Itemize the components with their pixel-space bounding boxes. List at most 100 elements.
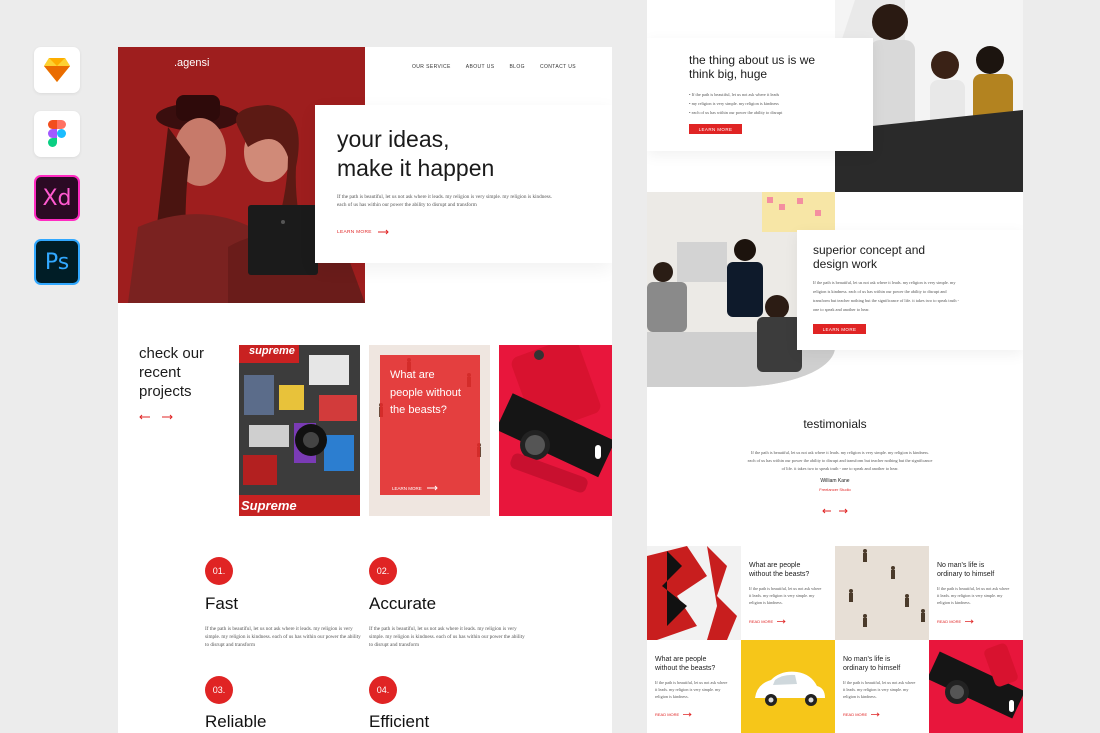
arrow-right-icon — [871, 712, 880, 717]
grid-image-paint[interactable] — [647, 546, 741, 640]
project-image-stickers[interactable]: supreme Supreme — [239, 345, 360, 516]
about-bullet-3: • each of us has within our power the ab… — [689, 110, 783, 115]
about-bullet-2: • my religion is very simple. my religio… — [689, 101, 779, 106]
figma-icon — [34, 111, 80, 157]
grid-card-3-title-line-2: without the beasts? — [655, 665, 716, 672]
about-title-line-2: think big, huge — [689, 67, 768, 81]
concept-title-line-1: superior concept and — [813, 243, 926, 257]
grid-card-1-body: If the path is beautiful, let us not ask… — [749, 586, 822, 605]
about-learn-more-button[interactable]: LEARN MORE — [689, 124, 742, 134]
grid-image-crowd[interactable] — [835, 546, 929, 640]
grid-card-1: What are people without the beasts? If t… — [741, 546, 835, 640]
project-card-title: What are people without the beasts? — [390, 369, 461, 416]
grid-card-2: No man's life is ordinary to himself If … — [929, 546, 1023, 640]
hero-card: your ideas, make it happen If the path i… — [315, 105, 612, 263]
concept-learn-more-button[interactable]: LEARN MORE — [813, 324, 866, 334]
testimonial-pager — [821, 508, 849, 514]
feature-3-badge: 03. — [205, 676, 233, 704]
sticker-text-top: supreme — [249, 345, 295, 357]
hero-body: If the path is beautiful, let us not ask… — [337, 194, 552, 208]
arrow-left-icon[interactable] — [138, 414, 150, 420]
people-walking — [835, 546, 929, 640]
about-card: the thing about us is we think big, huge… — [647, 38, 873, 151]
red-paint-splash — [647, 546, 741, 640]
grid-card-4-title: No man's life is ordinary to himself — [843, 655, 900, 673]
grid-card-2-read-more[interactable]: READ MORE — [937, 619, 975, 624]
projects-heading-line-3: projects — [139, 383, 192, 400]
nav-contact-us[interactable]: CONTACT US — [540, 64, 576, 70]
grid-card-4: No man's life is ordinary to himself If … — [835, 640, 929, 733]
feature-2-title: Accurate — [369, 594, 437, 613]
photoshop-icon: Ps — [34, 239, 80, 285]
hero-title: your ideas, make it happen — [337, 125, 494, 183]
grid-card-2-body: If the path is beautiful, let us not ask… — [937, 586, 1010, 605]
about-bullets: • If the path is beautiful, let us not a… — [689, 90, 782, 117]
grid-card-1-cta-label: READ MORE — [749, 619, 774, 624]
grid-card-1-read-more[interactable]: READ MORE — [749, 619, 787, 624]
feature-3-title: Reliable — [205, 712, 267, 731]
feature-2-badge: 02. — [369, 557, 397, 585]
project-image-phone[interactable] — [499, 345, 612, 516]
right-page-mockup: the thing about us is we think big, huge… — [647, 0, 1023, 733]
nav-blog[interactable]: BLOG — [509, 64, 525, 70]
hero-title-line-2: make it happen — [337, 155, 495, 181]
feature-4-badge: 04. — [369, 676, 397, 704]
feature-1-title: Fast — [205, 594, 239, 613]
projects-pager — [138, 414, 174, 420]
grid-card-1-title-line-2: without the beasts? — [749, 571, 810, 578]
arrow-right-icon[interactable] — [162, 414, 174, 420]
grid-card-4-title-line-1: No man's life is — [843, 656, 891, 663]
testimonial-quote: If the path is beautiful, let us not ask… — [747, 450, 933, 471]
xd-label: Xd — [42, 185, 72, 211]
about-bullet-3-text: each of us has within our power the abil… — [691, 110, 783, 115]
grid-card-3-cta-label: READ MORE — [655, 712, 680, 717]
nav-our-service[interactable]: OUR SERVICE — [412, 64, 451, 70]
grid-card-4-read-more[interactable]: READ MORE — [843, 712, 881, 717]
grid-card-3-title: What are people without the beasts? — [655, 655, 715, 673]
testimonial-author: William Kane — [820, 478, 850, 484]
project-card-learn-more[interactable]: LEARN MORE — [392, 485, 439, 491]
red-phone-flatlay — [499, 345, 612, 516]
about-bullet-1: • If the path is beautiful, let us not a… — [689, 92, 780, 97]
feature-4-title: Efficient — [369, 712, 430, 731]
sticker-text-bottom: Supreme — [241, 498, 297, 513]
feature-1-badge: 01. — [205, 557, 233, 585]
project-card-cta-label: LEARN MORE — [392, 485, 422, 491]
hero-learn-more-label: LEARN MORE — [337, 229, 372, 235]
arrow-left-icon[interactable] — [821, 508, 831, 514]
concept-body: If the path is beautiful, let us not ask… — [813, 280, 960, 312]
sketch-icon — [34, 47, 80, 93]
grid-card-2-title: No man's life is ordinary to himself — [937, 561, 994, 579]
xd-icon: Xd — [34, 175, 80, 221]
grid-card-1-title: What are people without the beasts? — [749, 561, 809, 579]
hero-title-line-1: your ideas, — [337, 126, 450, 152]
nav-about-us[interactable]: ABOUT US — [466, 64, 495, 70]
grid-card-1-title-line-1: What are people — [749, 562, 801, 569]
grid-card-2-title-line-1: No man's life is — [937, 562, 985, 569]
project-card-people[interactable]: What are people without the beasts? LEAR… — [369, 345, 490, 516]
grid-card-2-title-line-2: ordinary to himself — [937, 571, 995, 578]
figma-logo — [48, 120, 66, 147]
top-nav: OUR SERVICE ABOUT US BLOG CONTACT US — [412, 64, 576, 70]
brand-logo[interactable]: .agensi — [174, 57, 209, 69]
about-bullet-2-text: my religion is very simple. my religion … — [691, 101, 779, 106]
grid-image-car[interactable] — [741, 640, 835, 733]
grid-card-3: What are people without the beasts? If t… — [647, 640, 741, 733]
testimonial-role: Freelancer Studio — [819, 487, 851, 492]
hero-learn-more[interactable]: LEARN MORE — [337, 229, 390, 235]
grid-card-3-title-line-1: What are people — [655, 656, 707, 663]
grid-card-4-title-line-2: ordinary to himself — [843, 665, 901, 672]
about-title: the thing about us is we think big, huge — [689, 53, 815, 81]
arrow-right-icon[interactable] — [839, 508, 849, 514]
grid-image-phone[interactable] — [929, 640, 1023, 733]
arrow-right-icon — [683, 712, 692, 717]
grid-card-3-read-more[interactable]: READ MORE — [655, 712, 693, 717]
projects-heading-line-2: recent — [139, 364, 181, 381]
about-bullet-1-text: If the path is beautiful, let us not ask… — [691, 92, 780, 97]
white-car — [741, 640, 835, 733]
about-title-line-1: the thing about us is we — [689, 53, 816, 67]
grid-card-2-cta-label: READ MORE — [937, 619, 962, 624]
concept-title: superior concept and design work — [813, 243, 925, 271]
sticker-collage — [239, 345, 360, 516]
concept-card: superior concept and design work If the … — [797, 230, 1023, 350]
